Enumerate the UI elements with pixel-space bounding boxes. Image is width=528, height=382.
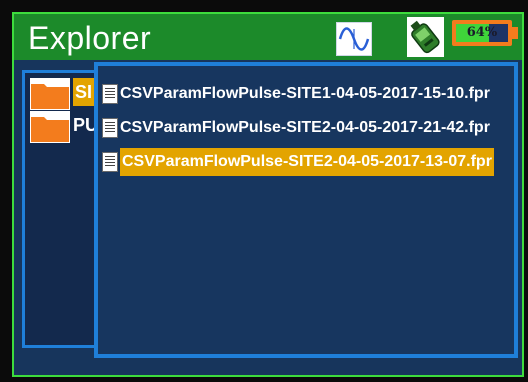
battery-percent: 64% <box>466 25 498 40</box>
file-item[interactable]: CSVParamFlowPulse-SITE2-04-05-2017-21-42… <box>102 114 512 142</box>
file-label: CSVParamFlowPulse-SITE2-04-05-2017-13-07… <box>120 148 494 176</box>
document-icon <box>102 84 118 104</box>
file-list[interactable]: CSVParamFlowPulse-SITE1-04-05-2017-15-10… <box>94 62 518 358</box>
sine-wave-icon-graphic <box>338 27 370 51</box>
device-screen: Explorer 64% SI PU CSVParamFlowPulse-SIT… <box>0 0 528 382</box>
file-label: CSVParamFlowPulse-SITE1-04-05-2017-15-10… <box>120 85 490 102</box>
folder-label: SI <box>73 78 95 106</box>
file-item-selected[interactable]: CSVParamFlowPulse-SITE2-04-05-2017-13-07… <box>102 148 512 176</box>
device-icon[interactable] <box>406 17 445 57</box>
device-icon-graphic <box>406 17 444 57</box>
file-label: CSVParamFlowPulse-SITE2-04-05-2017-21-42… <box>120 119 490 136</box>
battery-indicator: 64% <box>452 20 518 46</box>
document-icon <box>102 152 118 172</box>
page-title: Explorer <box>28 20 152 56</box>
file-item[interactable]: CSVParamFlowPulse-SITE1-04-05-2017-15-10… <box>102 80 512 108</box>
sine-wave-icon[interactable] <box>336 22 372 56</box>
battery-tip <box>512 27 518 39</box>
folder-icon <box>30 111 70 143</box>
document-icon <box>102 118 118 138</box>
folder-icon <box>30 78 70 110</box>
